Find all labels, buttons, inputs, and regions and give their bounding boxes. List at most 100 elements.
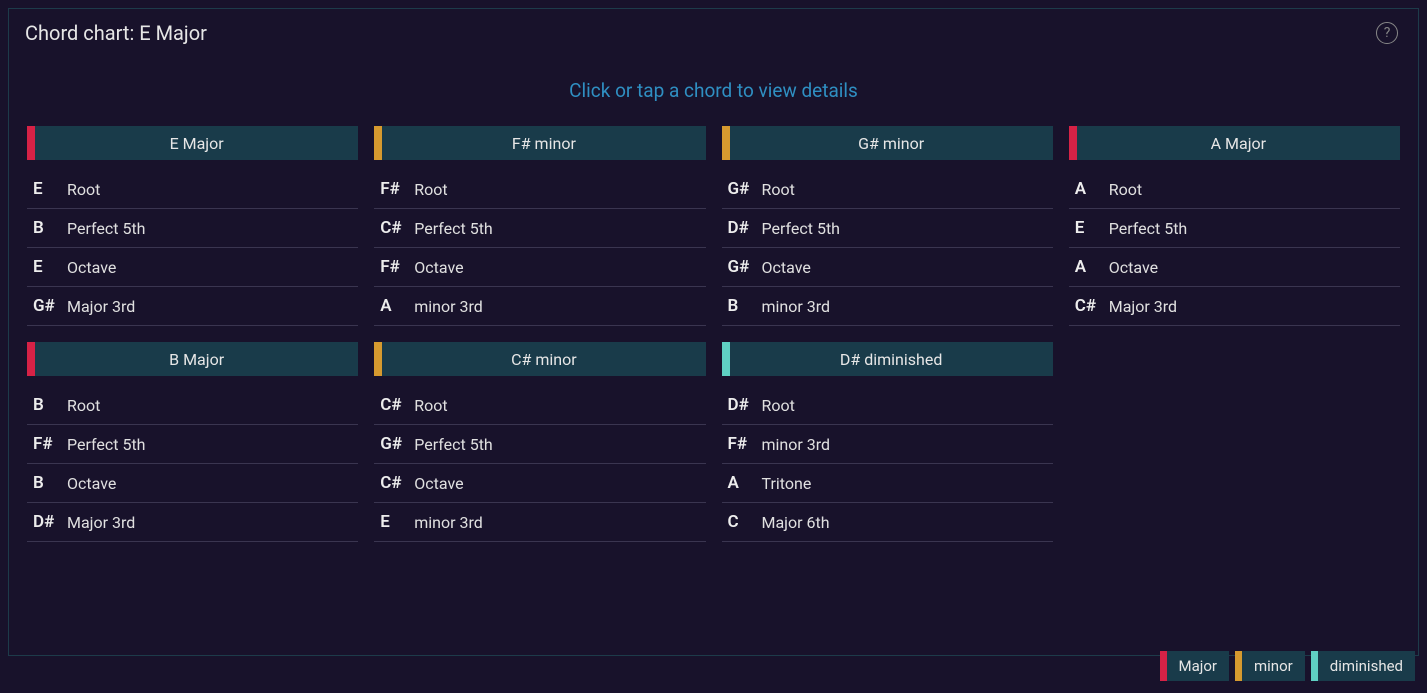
note-row: G#Major 3rd bbox=[27, 287, 358, 326]
legend-bar bbox=[1235, 651, 1242, 681]
note-name: A bbox=[378, 296, 414, 316]
chord-card: E MajorERootBPerfect 5thEOctaveG#Major 3… bbox=[27, 126, 358, 326]
quality-bar bbox=[722, 126, 730, 160]
note-interval: Octave bbox=[67, 474, 116, 493]
note-interval: Perfect 5th bbox=[1109, 219, 1188, 238]
note-name: A bbox=[726, 473, 762, 493]
chord-name: C# minor bbox=[382, 342, 705, 376]
note-row: G#Octave bbox=[722, 248, 1053, 287]
help-icon[interactable]: ? bbox=[1376, 22, 1398, 44]
chord-header[interactable]: G# minor bbox=[722, 126, 1053, 160]
note-list: C#RootG#Perfect 5thC#OctaveEminor 3rd bbox=[374, 376, 705, 542]
note-interval: Perfect 5th bbox=[67, 435, 146, 454]
note-list: ERootBPerfect 5thEOctaveG#Major 3rd bbox=[27, 160, 358, 326]
note-interval: Major 3rd bbox=[67, 297, 135, 316]
note-interval: Perfect 5th bbox=[67, 219, 146, 238]
note-interval: Root bbox=[67, 180, 100, 199]
note-row: F#minor 3rd bbox=[722, 425, 1053, 464]
note-name: C# bbox=[378, 395, 414, 415]
note-interval: Root bbox=[762, 396, 795, 415]
legend: Majorminordiminished bbox=[1160, 651, 1415, 681]
note-name: B bbox=[726, 296, 762, 316]
chord-card: G# minorG#RootD#Perfect 5thG#OctaveBmino… bbox=[722, 126, 1053, 326]
note-name: E bbox=[378, 512, 414, 532]
chord-name: E Major bbox=[35, 126, 358, 160]
note-interval: Root bbox=[1109, 180, 1142, 199]
note-interval: Octave bbox=[762, 258, 811, 277]
note-row: Eminor 3rd bbox=[374, 503, 705, 542]
note-row: ARoot bbox=[1069, 170, 1400, 209]
quality-bar bbox=[374, 126, 382, 160]
note-interval: Tritone bbox=[762, 474, 812, 493]
note-row: F#Root bbox=[374, 170, 705, 209]
note-interval: Root bbox=[762, 180, 795, 199]
note-row: G#Perfect 5th bbox=[374, 425, 705, 464]
note-row: CMajor 6th bbox=[722, 503, 1053, 542]
panel-header: Chord chart: E Major ? bbox=[9, 9, 1418, 49]
note-row: ATritone bbox=[722, 464, 1053, 503]
note-interval: Octave bbox=[414, 258, 463, 277]
chord-card: B MajorBRootF#Perfect 5thBOctaveD#Major … bbox=[27, 342, 358, 542]
chord-header[interactable]: A Major bbox=[1069, 126, 1400, 160]
note-name: F# bbox=[31, 434, 67, 454]
note-interval: Octave bbox=[67, 258, 116, 277]
note-name: C bbox=[726, 512, 762, 532]
note-interval: Major 3rd bbox=[67, 513, 135, 532]
note-interval: Root bbox=[414, 180, 447, 199]
note-name: D# bbox=[31, 512, 67, 532]
chord-card: D# diminishedD#RootF#minor 3rdATritoneCM… bbox=[722, 342, 1053, 542]
chord-header[interactable]: F# minor bbox=[374, 126, 705, 160]
note-name: A bbox=[1073, 179, 1109, 199]
chord-header[interactable]: D# diminished bbox=[722, 342, 1053, 376]
note-row: F#Perfect 5th bbox=[27, 425, 358, 464]
chord-header[interactable]: C# minor bbox=[374, 342, 705, 376]
note-name: G# bbox=[726, 257, 762, 277]
note-interval: Major 3rd bbox=[1109, 297, 1177, 316]
note-list: BRootF#Perfect 5thBOctaveD#Major 3rd bbox=[27, 376, 358, 542]
note-interval: Perfect 5th bbox=[414, 219, 493, 238]
note-name: B bbox=[31, 218, 67, 238]
note-list: G#RootD#Perfect 5thG#OctaveBminor 3rd bbox=[722, 160, 1053, 326]
note-name: E bbox=[1073, 218, 1109, 238]
chord-header[interactable]: E Major bbox=[27, 126, 358, 160]
note-row: BRoot bbox=[27, 386, 358, 425]
note-row: G#Root bbox=[722, 170, 1053, 209]
note-name: C# bbox=[1073, 296, 1109, 316]
note-name: A bbox=[1073, 257, 1109, 277]
note-row: EOctave bbox=[27, 248, 358, 287]
legend-bar bbox=[1311, 651, 1318, 681]
note-row: C#Octave bbox=[374, 464, 705, 503]
note-interval: Major 6th bbox=[762, 513, 830, 532]
note-name: G# bbox=[31, 296, 67, 316]
note-row: BPerfect 5th bbox=[27, 209, 358, 248]
note-interval: minor 3rd bbox=[414, 297, 483, 316]
legend-item: Major bbox=[1160, 651, 1229, 681]
chord-header[interactable]: B Major bbox=[27, 342, 358, 376]
chord-grid: E MajorERootBPerfect 5thEOctaveG#Major 3… bbox=[9, 126, 1418, 542]
chord-name: D# diminished bbox=[730, 342, 1053, 376]
note-row: Bminor 3rd bbox=[722, 287, 1053, 326]
note-row: Aminor 3rd bbox=[374, 287, 705, 326]
note-interval: Root bbox=[414, 396, 447, 415]
page-title: Chord chart: E Major bbox=[25, 21, 207, 45]
note-row: C#Major 3rd bbox=[1069, 287, 1400, 326]
note-interval: Octave bbox=[414, 474, 463, 493]
note-interval: Octave bbox=[1109, 258, 1158, 277]
chord-name: F# minor bbox=[382, 126, 705, 160]
chord-name: A Major bbox=[1077, 126, 1400, 160]
chord-card: A MajorARootEPerfect 5thAOctaveC#Major 3… bbox=[1069, 126, 1400, 326]
note-name: G# bbox=[726, 179, 762, 199]
note-row: C#Root bbox=[374, 386, 705, 425]
instruction-text: Click or tap a chord to view details bbox=[9, 49, 1418, 126]
note-name: F# bbox=[378, 257, 414, 277]
note-name: B bbox=[31, 473, 67, 493]
quality-bar bbox=[1069, 126, 1077, 160]
note-row: D#Root bbox=[722, 386, 1053, 425]
note-name: D# bbox=[726, 395, 762, 415]
note-list: D#RootF#minor 3rdATritoneCMajor 6th bbox=[722, 376, 1053, 542]
note-row: F#Octave bbox=[374, 248, 705, 287]
quality-bar bbox=[722, 342, 730, 376]
legend-label: diminished bbox=[1318, 651, 1415, 681]
legend-label: Major bbox=[1167, 651, 1229, 681]
chord-chart-panel: Chord chart: E Major ? Click or tap a ch… bbox=[8, 8, 1419, 656]
